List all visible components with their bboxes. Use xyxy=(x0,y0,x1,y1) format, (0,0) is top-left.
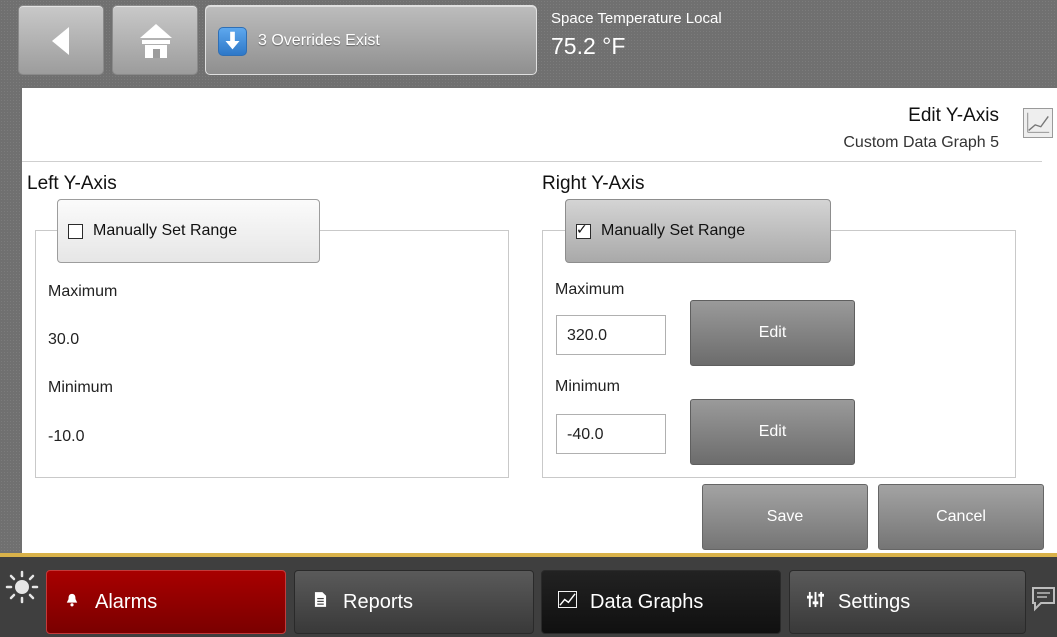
overrides-button[interactable]: 3 Overrides Exist xyxy=(205,5,537,75)
tab-data-graphs-label: Data Graphs xyxy=(590,590,704,613)
cancel-button[interactable]: Cancel xyxy=(878,484,1044,550)
left-min-value: -10.0 xyxy=(48,428,85,445)
sliders-icon xyxy=(806,591,824,613)
right-axis-heading: Right Y-Axis xyxy=(542,173,645,194)
tab-alarms[interactable]: Alarms xyxy=(46,570,286,634)
tab-settings[interactable]: Settings xyxy=(789,570,1026,634)
download-arrow-icon xyxy=(218,27,247,56)
sun-icon[interactable] xyxy=(5,570,39,604)
home-button[interactable] xyxy=(112,5,198,75)
right-manual-range-toggle[interactable]: ✓ Manually Set Range xyxy=(565,199,831,263)
document-icon xyxy=(311,591,329,613)
chart-icon xyxy=(558,591,577,613)
save-button[interactable]: Save xyxy=(702,484,868,550)
page-subtitle: Custom Data Graph 5 xyxy=(843,134,999,151)
right-manual-range-checkbox[interactable]: ✓ xyxy=(576,220,591,239)
temperature-title: Space Temperature Local xyxy=(551,10,722,27)
tab-reports-label: Reports xyxy=(343,590,414,613)
left-axis-heading: Left Y-Axis xyxy=(27,173,117,194)
edit-y-axis-panel: Edit Y-Axis Custom Data Graph 5 Left Y-A… xyxy=(22,88,1057,553)
tab-data-graphs[interactable]: Data Graphs xyxy=(541,570,781,634)
left-manual-range-toggle[interactable]: Manually Set Range xyxy=(57,199,320,263)
page-title: Edit Y-Axis xyxy=(908,105,999,126)
bell-icon xyxy=(63,592,81,612)
top-bar: 3 Overrides Exist Space Temperature Loca… xyxy=(0,0,1057,86)
line-graph-icon xyxy=(1023,108,1053,138)
left-manual-range-checkbox[interactable] xyxy=(68,223,83,239)
right-manual-range-label: Manually Set Range xyxy=(601,222,746,239)
edit-min-button[interactable]: Edit xyxy=(690,399,855,465)
tab-settings-label: Settings xyxy=(838,590,911,613)
chat-icon[interactable] xyxy=(1030,586,1057,612)
back-arrow-icon xyxy=(52,27,69,55)
left-max-label: Maximum xyxy=(48,283,118,300)
tab-alarms-label: Alarms xyxy=(95,590,158,613)
left-manual-range-label: Manually Set Range xyxy=(93,222,238,239)
overrides-label: 3 Overrides Exist xyxy=(258,32,380,49)
home-icon xyxy=(140,24,172,58)
checkmark-icon: ✓ xyxy=(576,220,588,237)
left-min-label: Minimum xyxy=(48,379,113,396)
right-min-input[interactable]: -40.0 xyxy=(556,414,666,454)
edit-max-button[interactable]: Edit xyxy=(690,300,855,366)
temperature-value: 75.2 °F xyxy=(551,33,626,59)
left-axis-group: Maximum 30.0 Minimum -10.0 xyxy=(35,230,509,478)
right-min-label: Minimum xyxy=(555,378,620,395)
right-max-input[interactable]: 320.0 xyxy=(556,315,666,355)
tab-reports[interactable]: Reports xyxy=(294,570,534,634)
right-max-label: Maximum xyxy=(555,281,625,298)
left-max-value: 30.0 xyxy=(48,331,80,348)
header-divider xyxy=(22,161,1042,162)
back-button[interactable] xyxy=(18,5,104,75)
